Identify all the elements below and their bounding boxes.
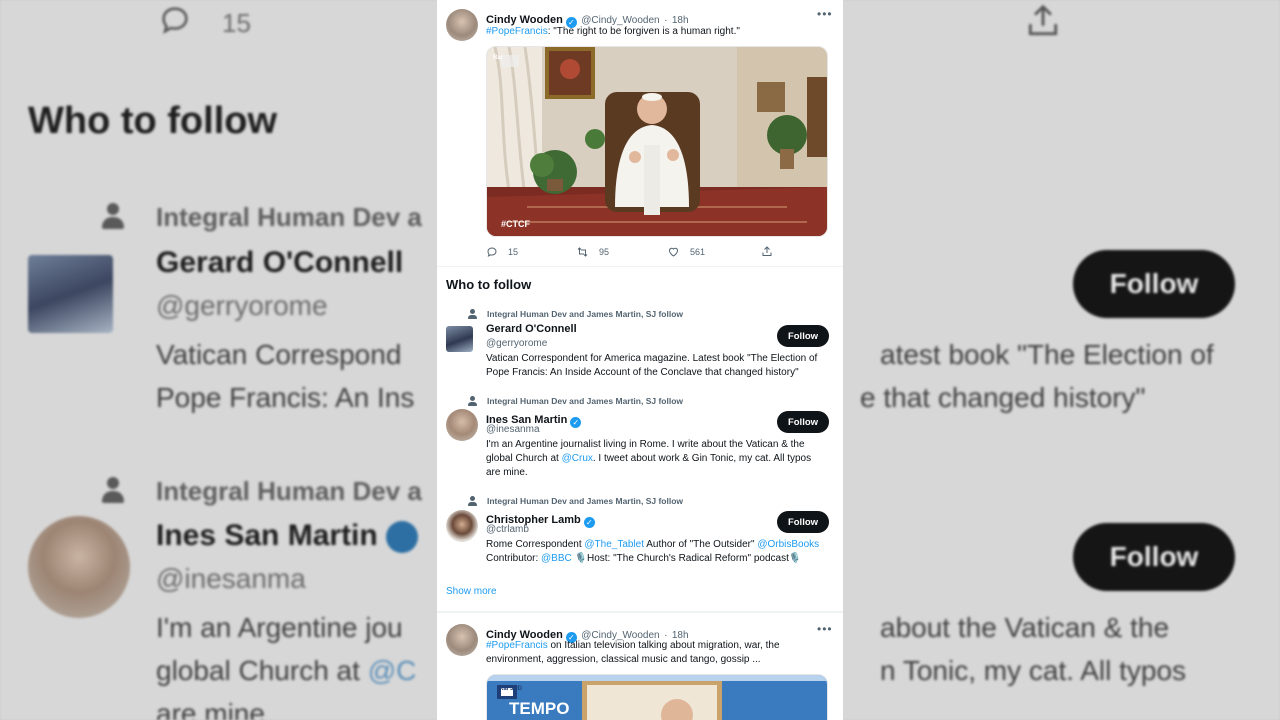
divider xyxy=(437,266,843,267)
share-button[interactable] xyxy=(761,245,783,258)
more-options-icon[interactable]: ••• xyxy=(817,622,833,636)
reply-button[interactable]: 15 xyxy=(486,246,518,258)
person-icon xyxy=(468,496,477,506)
retweet-icon xyxy=(577,247,588,257)
verified-badge-icon: ✓ xyxy=(570,417,582,428)
retweet-count: 95 xyxy=(599,247,610,257)
mention-link[interactable]: @The_Tablet xyxy=(584,539,644,550)
avatar[interactable] xyxy=(446,9,478,41)
bg-follow-button-2: Follow xyxy=(1073,523,1235,591)
tweet-media-image[interactable]: Rai 3HD TEMPO xyxy=(486,674,828,720)
follow-button[interactable]: Follow xyxy=(777,411,829,433)
heart-icon xyxy=(668,247,679,257)
user-name[interactable]: Gerard O'Connell xyxy=(486,323,577,335)
media-tag: #CTCF xyxy=(501,219,530,229)
avatar[interactable] xyxy=(446,326,473,352)
bg-avatar-ines xyxy=(28,516,130,618)
media-logo: Rai xyxy=(493,55,503,61)
show-more-link[interactable]: Show more xyxy=(446,586,497,597)
bg-person-icon xyxy=(101,203,125,229)
follow-button[interactable]: Follow xyxy=(777,325,829,347)
bg-bio-2-left-a: I'm an Argentine jou xyxy=(156,612,403,643)
user-handle[interactable]: @gerryorome xyxy=(486,338,547,349)
avatar[interactable] xyxy=(446,510,478,542)
user-bio: I'm an Argentine journalist living in Ro… xyxy=(486,439,812,478)
hashtag-link[interactable]: #PopeFrancis xyxy=(486,26,548,37)
follow-context: Integral Human Dev and James Martin, SJ … xyxy=(468,309,683,319)
bg-avatar-gerard xyxy=(28,255,113,333)
hashtag-link[interactable]: #PopeFrancis xyxy=(486,640,548,651)
bg-bio-1-right-b: e that changed history" xyxy=(860,382,1146,413)
bg-bio-1-right-a: atest book "The Election of xyxy=(880,339,1214,370)
user-bio: Rome Correspondent @The_Tablet Author of… xyxy=(486,539,820,564)
bg-bio-2-left-b: global Church at @C xyxy=(156,655,417,686)
verified-badge-icon xyxy=(385,521,418,554)
bg-who-to-follow-title: Who to follow xyxy=(28,100,278,142)
share-icon xyxy=(762,246,772,256)
bg-reply-count: 15 xyxy=(222,8,251,38)
like-button[interactable]: 561 xyxy=(667,246,705,258)
user-handle[interactable]: @inesanma xyxy=(486,424,540,435)
tweet-text: #PopeFrancis on Italian television talki… xyxy=(486,640,780,665)
user-handle[interactable]: @ctrlamb xyxy=(486,524,529,535)
reply-icon xyxy=(162,7,188,35)
more-options-icon[interactable]: ••• xyxy=(817,7,833,21)
media-caption: TEMPO xyxy=(509,699,570,718)
retweet-button[interactable]: 95 xyxy=(576,246,609,258)
bg-person-icon xyxy=(101,477,125,503)
who-to-follow-title: Who to follow xyxy=(446,277,532,292)
bg-bio-1-left-a: Vatican Correspond xyxy=(156,339,402,370)
follow-context: Integral Human Dev and James Martin, SJ … xyxy=(468,396,683,406)
reply-icon xyxy=(487,247,497,258)
bg-name-2: Ines San Martin xyxy=(156,519,418,554)
share-icon xyxy=(1028,4,1058,36)
person-icon xyxy=(468,309,477,319)
media-logo: Rai 3HD xyxy=(499,686,523,692)
bg-bio-2-right-a: about the Vatican & the xyxy=(880,612,1170,643)
bg-follow-button-1: Follow xyxy=(1073,250,1235,318)
reply-count: 15 xyxy=(508,247,519,257)
follow-button[interactable]: Follow xyxy=(777,511,829,533)
bg-context-1: Integral Human Dev a xyxy=(156,202,422,232)
bg-handle-1: @gerryorome xyxy=(156,290,328,321)
bg-name-1: Gerard O'Connell xyxy=(156,246,404,279)
person-icon xyxy=(468,396,477,406)
bg-context-2: Integral Human Dev a xyxy=(156,476,422,506)
bg-handle-2: @inesanma xyxy=(156,563,306,594)
bg-bio-2-right-b: n Tonic, my cat. All typos xyxy=(880,655,1187,686)
follow-context: Integral Human Dev and James Martin, SJ … xyxy=(468,496,683,506)
mention-link[interactable]: @BBC xyxy=(541,553,572,564)
bg-bio-2-left-c: are mine. xyxy=(156,698,273,720)
divider xyxy=(437,611,843,613)
like-count: 561 xyxy=(690,247,706,257)
tweet-media-image[interactable]: Rai #CTCF xyxy=(486,46,828,237)
user-bio: Vatican Correspondent for America magazi… xyxy=(486,353,818,378)
mention-link[interactable]: @Crux xyxy=(562,453,593,464)
verified-badge-icon: ✓ xyxy=(583,517,595,528)
avatar[interactable] xyxy=(446,624,478,656)
bg-bio-1-left-b: Pope Francis: An Ins xyxy=(156,382,415,413)
mention-link[interactable]: @OrbisBooks xyxy=(757,539,819,550)
timeline-column: Cindy Wooden ✓ @Cindy_Wooden · 18h ••• #P… xyxy=(437,0,843,720)
avatar[interactable] xyxy=(446,409,478,441)
tweet-text: #PopeFrancis: "The right to be forgiven … xyxy=(486,26,740,37)
